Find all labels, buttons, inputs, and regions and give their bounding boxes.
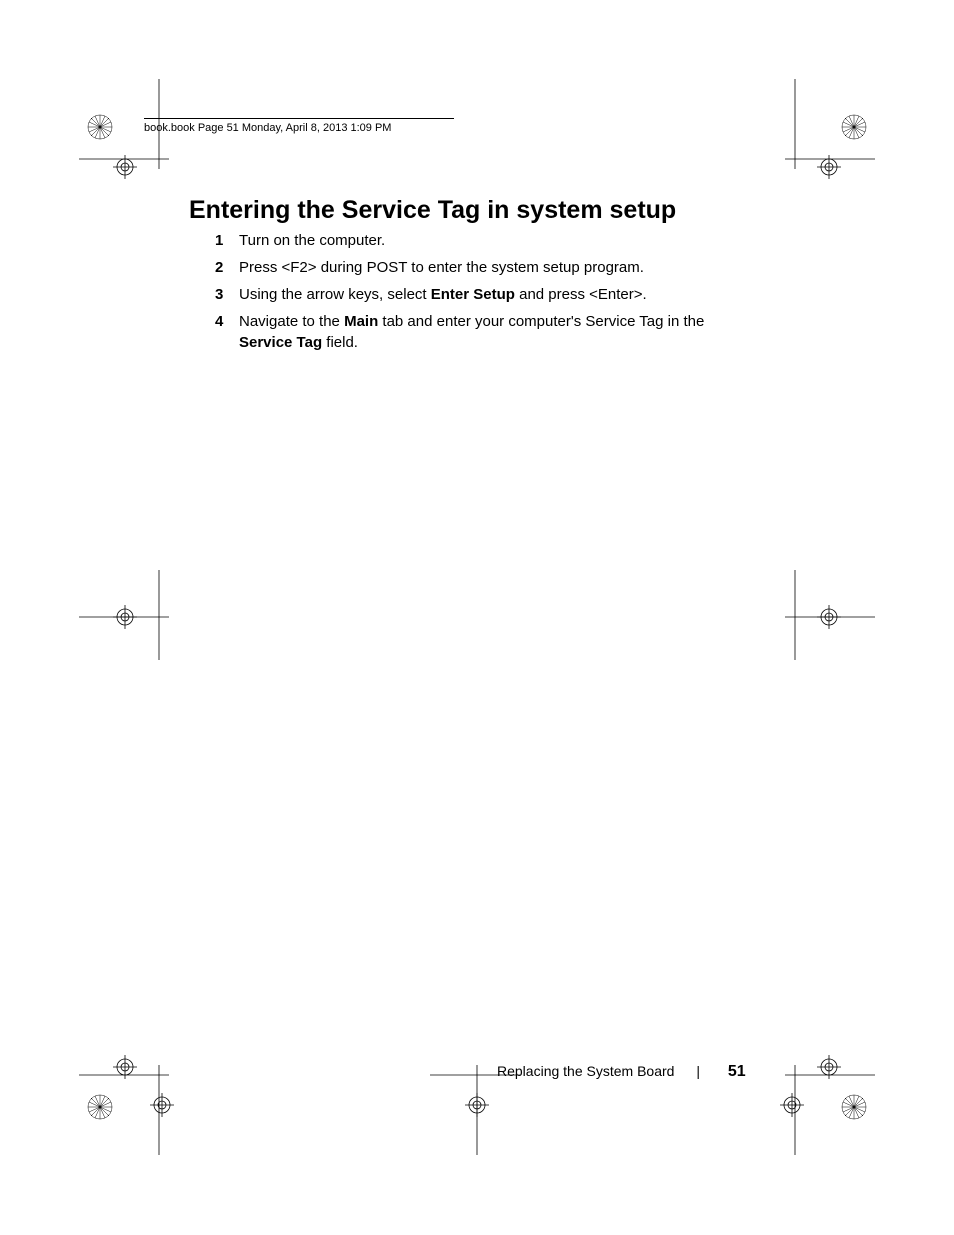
- step-item: 2Press <F2> during POST to enter the sys…: [215, 257, 760, 278]
- registration-mark-icon: [785, 570, 875, 660]
- registration-mark-icon: [840, 113, 868, 146]
- step-text: Turn on the computer.: [239, 230, 760, 251]
- step-text: Using the arrow keys, select Enter Setup…: [239, 284, 760, 305]
- step-text: Navigate to the Main tab and enter your …: [239, 311, 760, 353]
- step-item: 1Turn on the computer.: [215, 230, 760, 251]
- step-item: 3Using the arrow keys, select Enter Setu…: [215, 284, 760, 305]
- step-number: 4: [215, 311, 239, 353]
- registration-mark-icon: [86, 113, 114, 146]
- page-heading: Entering the Service Tag in system setup: [189, 196, 676, 225]
- page-number: 51: [728, 1063, 746, 1080]
- step-text: Press <F2> during POST to enter the syst…: [239, 257, 760, 278]
- ordered-steps: 1Turn on the computer.2Press <F2> during…: [215, 230, 760, 359]
- footer-section: Replacing the System Board: [497, 1063, 674, 1079]
- registration-mark-icon: [113, 155, 137, 179]
- footer-separator: |: [696, 1063, 700, 1079]
- registration-mark-icon: [113, 1055, 137, 1079]
- registration-mark-icon: [150, 1093, 174, 1117]
- registration-mark-icon: [817, 155, 841, 179]
- registration-mark-icon: [430, 1065, 520, 1155]
- registration-mark-icon: [780, 1093, 804, 1117]
- registration-mark-icon: [86, 1093, 114, 1126]
- step-item: 4Navigate to the Main tab and enter your…: [215, 311, 760, 353]
- page: book.book Page 51 Monday, April 8, 2013 …: [0, 0, 954, 1235]
- step-number: 1: [215, 230, 239, 251]
- registration-mark-icon: [79, 570, 169, 660]
- step-number: 3: [215, 284, 239, 305]
- registration-mark-icon: [840, 1093, 868, 1126]
- registration-mark-icon: [817, 1055, 841, 1079]
- running-head: book.book Page 51 Monday, April 8, 2013 …: [144, 118, 454, 134]
- page-footer: Replacing the System Board | 51: [497, 1063, 746, 1081]
- step-number: 2: [215, 257, 239, 278]
